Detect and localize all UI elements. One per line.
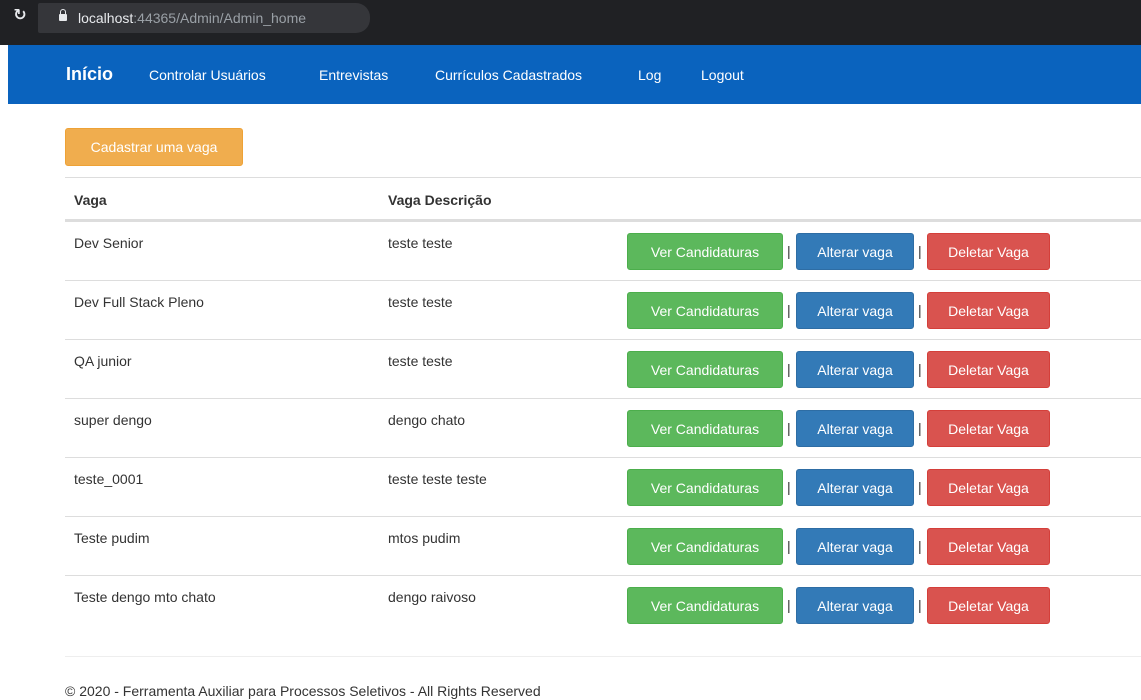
separator: | [787,420,791,436]
reload-icon[interactable]: ↻ [10,6,30,26]
navbar: Início Controlar Usuários Entrevistas Cu… [8,45,1141,104]
cell-vaga: QA junior [74,353,132,369]
footer-divider [65,656,1141,657]
cell-descricao: teste teste [388,294,453,310]
cell-vaga: Dev Full Stack Pleno [74,294,204,310]
alterar-vaga-button[interactable]: Alterar vaga [796,233,914,270]
cell-vaga: teste_0001 [74,471,144,487]
ver-candidaturas-button[interactable]: Ver Candidaturas [627,351,783,388]
url-host: localhost [78,10,134,26]
table-row: Teste pudim mtos pudim Ver Candidaturas … [65,516,1141,575]
cell-descricao: dengo raivoso [388,589,476,605]
table-row: Dev Full Stack Pleno teste teste Ver Can… [65,280,1141,339]
alterar-vaga-button[interactable]: Alterar vaga [796,292,914,329]
table-row: QA junior teste teste Ver Candidaturas |… [65,339,1141,398]
separator: | [918,420,922,436]
address-bar[interactable]: localhost:44365/Admin/Admin_home [38,3,370,33]
separator: | [787,538,791,554]
nav-item-curriculos-cadastrados[interactable]: Currículos Cadastrados [435,67,582,83]
ver-candidaturas-button[interactable]: Ver Candidaturas [627,292,783,329]
cell-vaga: Teste dengo mto chato [74,589,216,605]
deletar-vaga-button[interactable]: Deletar Vaga [927,233,1050,270]
separator: | [918,479,922,495]
separator: | [918,243,922,259]
cell-vaga: Dev Senior [74,235,144,251]
nav-item-entrevistas[interactable]: Entrevistas [319,67,388,83]
browser-toolbar: ↻ localhost:44365/Admin/Admin_home [0,0,1141,45]
nav-item-controlar-usuarios[interactable]: Controlar Usuários [149,67,266,83]
cell-vaga: Teste pudim [74,530,150,546]
cell-vaga: super dengo [74,412,152,428]
cell-descricao: dengo chato [388,412,466,428]
footer-copyright: © 2020 - Ferramenta Auxiliar para Proces… [65,683,541,699]
alterar-vaga-button[interactable]: Alterar vaga [796,469,914,506]
separator: | [787,243,791,259]
ver-candidaturas-button[interactable]: Ver Candidaturas [627,528,783,565]
add-vaga-button[interactable]: Cadastrar uma vaga [65,128,243,166]
cell-descricao: mtos pudim [388,530,461,546]
separator: | [787,597,791,613]
separator: | [918,302,922,318]
deletar-vaga-button[interactable]: Deletar Vaga [927,410,1050,447]
separator: | [918,538,922,554]
header-vaga: Vaga [74,192,107,208]
separator: | [787,479,791,495]
alterar-vaga-button[interactable]: Alterar vaga [796,410,914,447]
alterar-vaga-button[interactable]: Alterar vaga [796,351,914,388]
table-row: teste_0001 teste teste teste Ver Candida… [65,457,1141,516]
url-path: :44365/Admin/Admin_home [133,10,307,26]
separator: | [787,361,791,377]
separator: | [918,361,922,377]
alterar-vaga-button[interactable]: Alterar vaga [796,528,914,565]
nav-item-log[interactable]: Log [638,67,661,83]
deletar-vaga-button[interactable]: Deletar Vaga [927,587,1050,624]
table-row: Teste dengo mto chato dengo raivoso Ver … [65,575,1141,634]
cell-descricao: teste teste [388,235,453,251]
table-row: Dev Senior teste teste Ver Candidaturas … [65,221,1141,280]
separator: | [918,597,922,613]
table-row: super dengo dengo chato Ver Candidaturas… [65,398,1141,457]
nav-brand-inicio[interactable]: Início [66,64,113,84]
lock-icon [59,9,67,21]
deletar-vaga-button[interactable]: Deletar Vaga [927,292,1050,329]
alterar-vaga-button[interactable]: Alterar vaga [796,587,914,624]
deletar-vaga-button[interactable]: Deletar Vaga [927,528,1050,565]
deletar-vaga-button[interactable]: Deletar Vaga [927,351,1050,388]
cell-descricao: teste teste teste [388,471,487,487]
ver-candidaturas-button[interactable]: Ver Candidaturas [627,587,783,624]
nav-item-logout[interactable]: Logout [701,67,744,83]
ver-candidaturas-button[interactable]: Ver Candidaturas [627,233,783,270]
table-header-row: Vaga Vaga Descrição [65,177,1141,221]
url-text: localhost:44365/Admin/Admin_home [78,10,306,26]
cell-descricao: teste teste [388,353,453,369]
header-vaga-descricao: Vaga Descrição [388,192,492,208]
separator: | [787,302,791,318]
deletar-vaga-button[interactable]: Deletar Vaga [927,469,1050,506]
ver-candidaturas-button[interactable]: Ver Candidaturas [627,469,783,506]
ver-candidaturas-button[interactable]: Ver Candidaturas [627,410,783,447]
